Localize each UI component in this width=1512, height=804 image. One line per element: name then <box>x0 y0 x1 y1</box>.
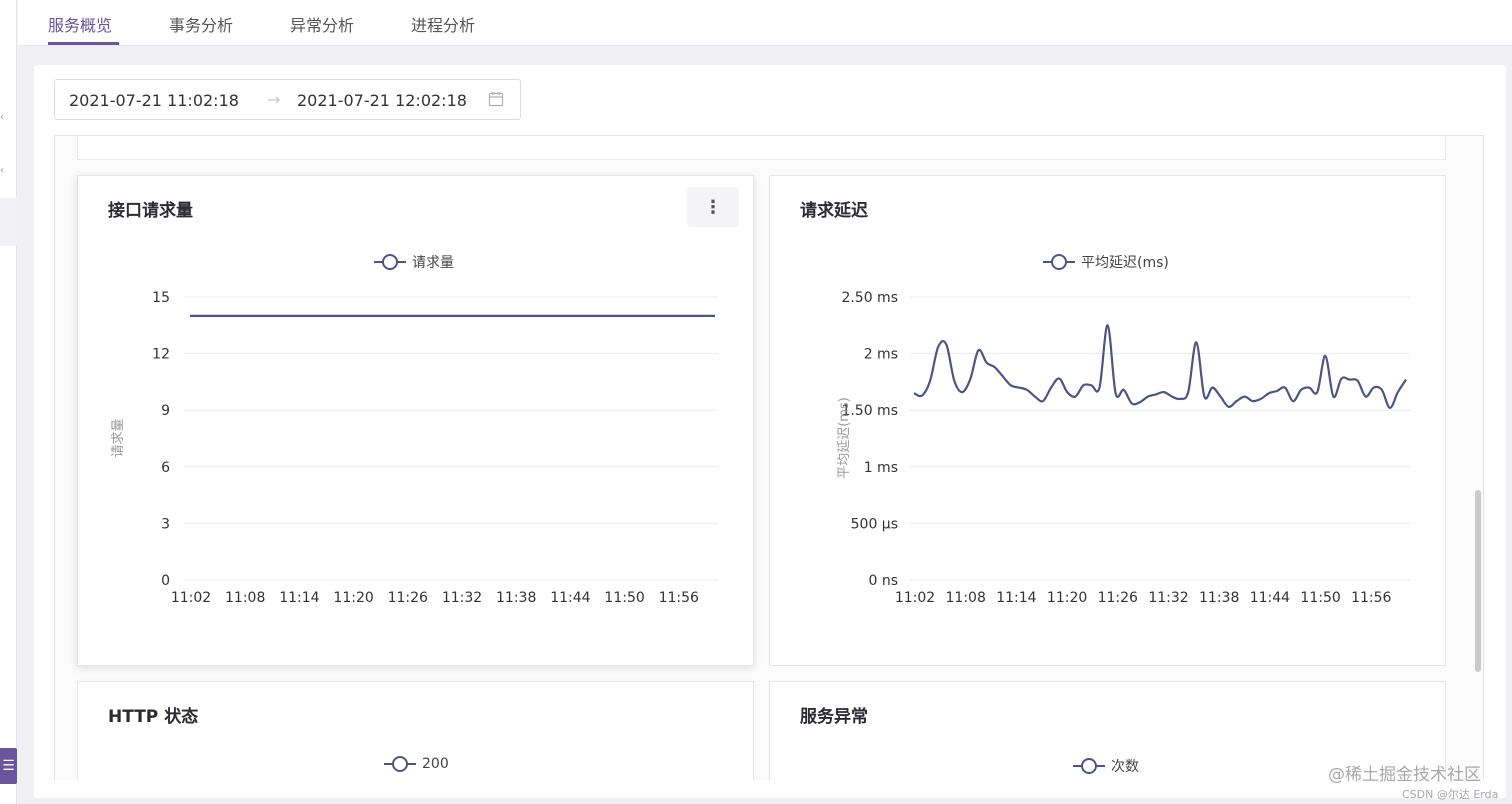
card-title: HTTP 状态 <box>108 707 199 727</box>
start-date[interactable]: 2021-07-21 11:02:18 <box>69 91 239 110</box>
x-tick-label: 11:08 <box>225 590 265 606</box>
left-sidebar: ‹ ‹ ☰ <box>0 0 17 804</box>
request-volume-card: 接口请求量 ⋮ 请求量 15 12 9 6 3 0 11:02 11:08 11:14 11:20… <box>77 175 754 666</box>
x-tick-label: 11:20 <box>333 590 373 606</box>
y-tick-label: 15 <box>152 290 170 306</box>
y-tick-label: 0 <box>161 573 170 589</box>
dashboard-panel: 接口请求量 ⋮ 请求量 15 12 9 6 3 0 11:02 11:08 11:14 11:20… <box>54 135 1484 780</box>
x-tick-label: 11:26 <box>1098 590 1138 606</box>
x-tick-label: 11:32 <box>1148 590 1188 606</box>
y-tick-label: 6 <box>161 460 170 476</box>
y-tick-label: 2 ms <box>864 347 898 363</box>
sidebar-arrow-icon[interactable]: ‹ <box>0 112 6 123</box>
sidebar-arrow-icon[interactable]: ‹ <box>0 165 6 176</box>
calendar-icon[interactable] <box>488 91 504 107</box>
legend-marker-icon <box>1073 758 1105 774</box>
y-tick-label: 12 <box>152 347 170 363</box>
y-tick-label: 0 ns <box>868 573 898 589</box>
x-tick-label: 11:14 <box>996 590 1036 606</box>
date-range-picker[interactable]: 2021-07-21 11:02:18 → 2021-07-21 12:02:1… <box>54 79 521 120</box>
x-tick-label: 11:38 <box>1199 590 1239 606</box>
x-tick-label: 11:14 <box>279 590 319 606</box>
series-line <box>913 324 1407 409</box>
http-status-card: HTTP 状态 200 <box>77 681 754 780</box>
y-tick-label: 3 <box>161 516 170 532</box>
latency-card: 请求延迟 平均延迟(ms) 2.50 ms 2 ms 1.50 ms 1 ms 500 … <box>769 175 1446 666</box>
x-tick-label: 11:44 <box>1250 590 1290 606</box>
y-tick-label: 1 ms <box>864 460 898 476</box>
x-tick-label: 11:08 <box>946 590 986 606</box>
tab-exception-analysis[interactable]: 异常分析 <box>290 12 354 36</box>
tab-process-analysis[interactable]: 进程分析 <box>411 12 475 36</box>
x-tick-label: 11:50 <box>604 590 644 606</box>
legend-label: 次数 <box>1111 759 1139 775</box>
x-tick-label: 11:02 <box>895 590 935 606</box>
tab-transaction-analysis[interactable]: 事务分析 <box>169 12 233 36</box>
legend-marker-icon <box>384 756 416 772</box>
legend-label: 200 <box>422 756 449 772</box>
watermark: @稀土掘金技术社区 <box>1328 765 1481 785</box>
chart-legend[interactable]: 200 <box>384 756 449 772</box>
x-tick-label: 11:02 <box>171 590 211 606</box>
card-title: 服务异常 <box>800 707 868 727</box>
range-arrow-icon: → <box>267 90 281 109</box>
y-axis-label: 请求量 <box>111 418 126 457</box>
end-date[interactable]: 2021-07-21 12:02:18 <box>297 91 467 110</box>
request-volume-chart: 15 12 9 6 3 011:02 11:08 11:14 11:20 11:26 11:32 11… <box>111 290 718 606</box>
latency-chart: 2.50 ms2 ms1.50 ms1 ms500 µs0 ns11:02 11:… <box>837 290 1410 606</box>
x-tick-label: 11:56 <box>1351 590 1391 606</box>
x-tick-label: 11:32 <box>442 590 482 606</box>
x-tick-label: 11:38 <box>496 590 536 606</box>
main-content: 2021-07-21 11:02:18 → 2021-07-21 12:02:1… <box>34 65 1506 798</box>
chart-legend[interactable]: 次数 <box>1073 756 1139 776</box>
active-tab-indicator <box>48 42 119 45</box>
panel-scrollbar[interactable] <box>1472 135 1482 780</box>
x-tick-label: 11:56 <box>659 590 699 606</box>
y-tick-label: 2.50 ms <box>841 290 898 306</box>
y-tick-label: 9 <box>161 403 170 419</box>
y-axis-label: 平均延迟(ms) <box>837 397 852 479</box>
sidebar-active-item[interactable] <box>0 198 17 246</box>
watermark-credit: CSDN @尔达 Erda <box>1402 788 1499 801</box>
scrollbar-thumb[interactable] <box>1475 490 1481 672</box>
y-tick-label: 500 µs <box>851 516 898 532</box>
x-tick-label: 11:20 <box>1047 590 1087 606</box>
x-tick-label: 11:26 <box>388 590 428 606</box>
x-tick-label: 11:50 <box>1300 590 1340 606</box>
tab-service-overview[interactable]: 服务概览 <box>48 12 112 36</box>
tab-bar: 服务概览 事务分析 异常分析 进程分析 <box>18 0 1512 46</box>
x-tick-label: 11:44 <box>550 590 590 606</box>
previous-card-edge <box>77 136 1446 160</box>
menu-toggle-icon[interactable]: ☰ <box>0 748 17 784</box>
